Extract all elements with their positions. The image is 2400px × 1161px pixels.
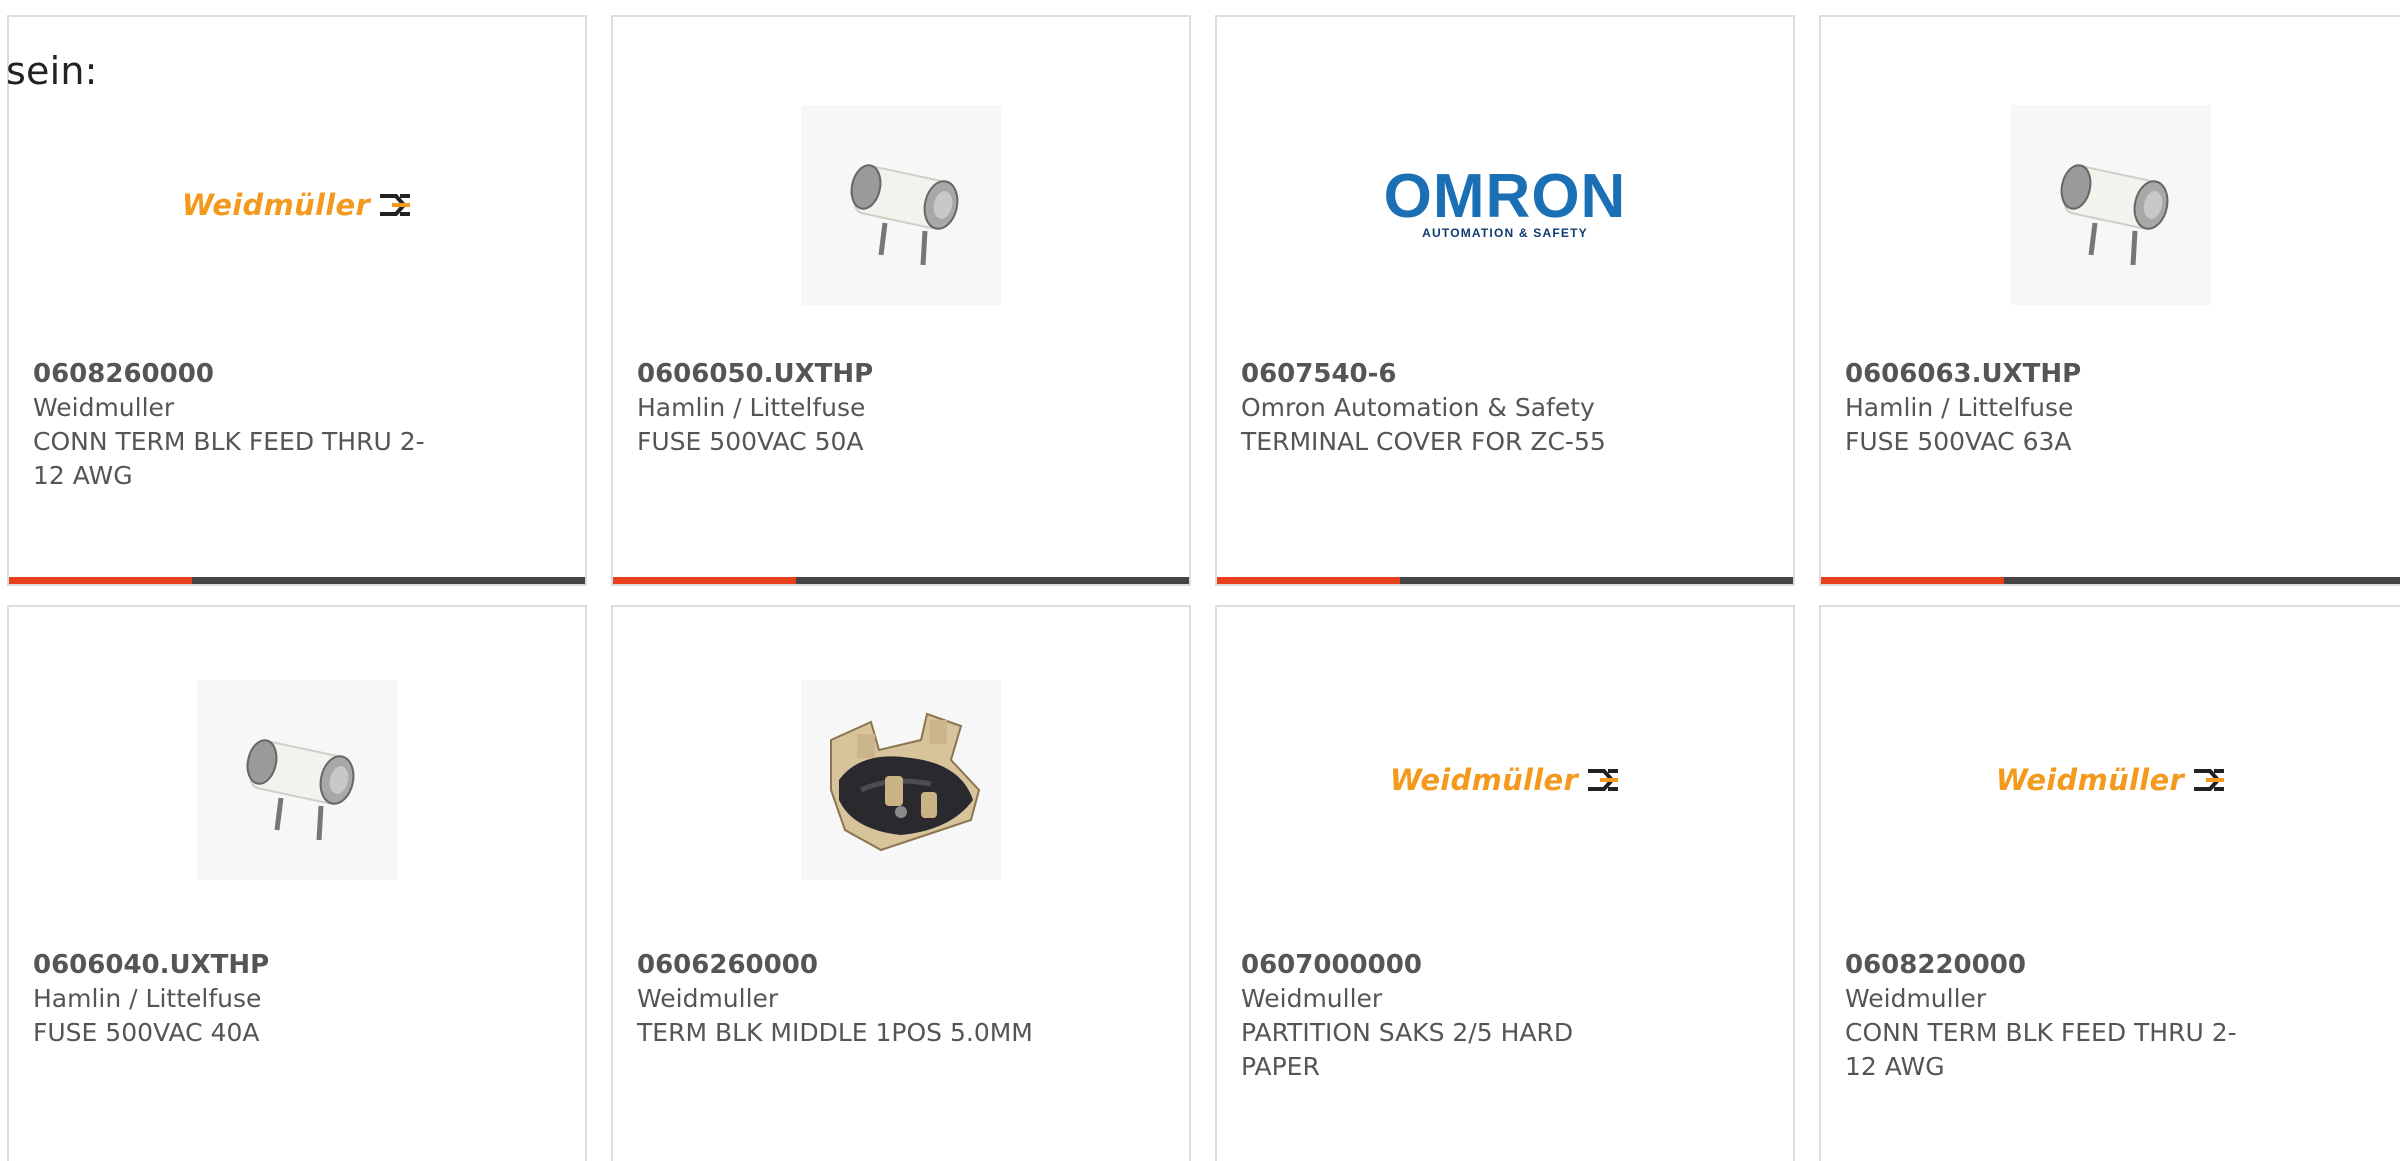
product-card[interactable]: Weidmüller 0608260000 Weidmuller CONN TE… <box>7 15 587 586</box>
product-card[interactable]: Weidmüller 0607000000 Weidmuller PARTITI… <box>1215 605 1795 1161</box>
product-description: TERMINAL COVER FOR ZC-55 <box>1241 427 1606 456</box>
product-info: 0606050.UXTHP Hamlin / Littelfuse FUSE 5… <box>637 357 1057 459</box>
product-card[interactable]: 0606063.UXTHP Hamlin / Littelfuse FUSE 5… <box>1819 15 2400 586</box>
cartridge-fuse-photo <box>801 105 1001 305</box>
product-image[interactable] <box>197 680 397 880</box>
omron-logo: OMRON AUTOMATION & SAFETY <box>1383 162 1627 241</box>
product-info: 0606260000 Weidmuller TERM BLK MIDDLE 1P… <box>637 948 1057 1050</box>
weidmuller-mark-icon <box>2194 769 2225 791</box>
card-accent-bar <box>613 577 796 584</box>
card-bottom-bar <box>1821 577 2400 584</box>
manufacturer-name: Weidmuller <box>1845 984 1987 1013</box>
manufacturer-name: Omron Automation & Safety <box>1241 393 1595 422</box>
product-card[interactable]: Weidmüller 0608220000 Weidmuller CONN TE… <box>1819 605 2400 1161</box>
manufacturer-name: Hamlin / Littelfuse <box>1845 393 2074 422</box>
part-number-link[interactable]: 0608260000 <box>33 357 453 391</box>
product-card[interactable]: 0606260000 Weidmuller TERM BLK MIDDLE 1P… <box>611 605 1191 1161</box>
product-description: PARTITION SAKS 2/5 HARD PAPER <box>1241 1018 1574 1081</box>
weidmuller-mark-icon <box>380 194 411 216</box>
part-number-link[interactable]: 0606063.UXTHP <box>1845 357 2265 391</box>
part-number-link[interactable]: 0606050.UXTHP <box>637 357 1057 391</box>
part-number-link[interactable]: 0606260000 <box>637 948 1057 982</box>
card-bottom-bar <box>1217 577 1793 584</box>
card-bottom-bar <box>9 577 585 584</box>
product-description: FUSE 500VAC 40A <box>33 1018 260 1047</box>
part-number-link[interactable]: 0608220000 <box>1845 948 2265 982</box>
part-number-link[interactable]: 0606040.UXTHP <box>33 948 453 982</box>
terminal-block-photo <box>801 680 1001 880</box>
card-bottom-bar <box>613 577 1189 584</box>
card-accent-bar <box>9 577 192 584</box>
product-image[interactable] <box>801 680 1001 880</box>
product-image[interactable]: OMRON AUTOMATION & SAFETY <box>1384 105 1626 305</box>
product-info: 0608260000 Weidmuller CONN TERM BLK FEED… <box>33 357 453 493</box>
weidmuller-logo: Weidmüller <box>182 188 412 222</box>
cartridge-fuse-photo <box>2011 105 2211 305</box>
card-accent-bar <box>1821 577 2004 584</box>
manufacturer-name: Weidmuller <box>637 984 779 1013</box>
product-description: FUSE 500VAC 50A <box>637 427 864 456</box>
product-image[interactable] <box>2011 105 2211 305</box>
weidmuller-mark-icon <box>1588 769 1619 791</box>
product-grid-page: sein: Weidmüller 0608260000 Weidmuller C… <box>0 0 2400 1161</box>
product-info: 0606040.UXTHP Hamlin / Littelfuse FUSE 5… <box>33 948 453 1050</box>
part-number-link[interactable]: 0607000000 <box>1241 948 1661 982</box>
product-image[interactable]: Weidmüller <box>1390 680 1619 880</box>
product-info: 0608220000 Weidmuller CONN TERM BLK FEED… <box>1845 948 2265 1084</box>
manufacturer-name: Weidmuller <box>33 393 175 422</box>
product-info: 0606063.UXTHP Hamlin / Littelfuse FUSE 5… <box>1845 357 2265 459</box>
product-card[interactable]: OMRON AUTOMATION & SAFETY 0607540-6 Omro… <box>1215 15 1795 586</box>
manufacturer-name: Hamlin / Littelfuse <box>33 984 262 1013</box>
manufacturer-name: Hamlin / Littelfuse <box>637 393 866 422</box>
product-description: FUSE 500VAC 63A <box>1845 427 2072 456</box>
product-image[interactable] <box>801 105 1001 305</box>
product-card[interactable]: 0606040.UXTHP Hamlin / Littelfuse FUSE 5… <box>7 605 587 1161</box>
weidmuller-logo: Weidmüller <box>1996 763 2226 797</box>
product-image[interactable]: Weidmüller <box>182 105 411 305</box>
product-description: CONN TERM BLK FEED THRU 2- 12 AWG <box>1845 1018 2237 1081</box>
product-info: 0607000000 Weidmuller PARTITION SAKS 2/5… <box>1241 948 1661 1084</box>
card-accent-bar <box>1217 577 1400 584</box>
cartridge-fuse-photo <box>197 680 397 880</box>
section-heading: sein: <box>6 49 98 93</box>
product-info: 0607540-6 Omron Automation & Safety TERM… <box>1241 357 1661 459</box>
product-description: CONN TERM BLK FEED THRU 2- 12 AWG <box>33 427 425 490</box>
weidmuller-logo: Weidmüller <box>1390 763 1620 797</box>
product-description: TERM BLK MIDDLE 1POS 5.0MM <box>637 1018 1033 1047</box>
manufacturer-name: Weidmuller <box>1241 984 1383 1013</box>
product-image[interactable]: Weidmüller <box>1996 680 2225 880</box>
part-number-link[interactable]: 0607540-6 <box>1241 357 1661 391</box>
product-card[interactable]: 0606050.UXTHP Hamlin / Littelfuse FUSE 5… <box>611 15 1191 586</box>
